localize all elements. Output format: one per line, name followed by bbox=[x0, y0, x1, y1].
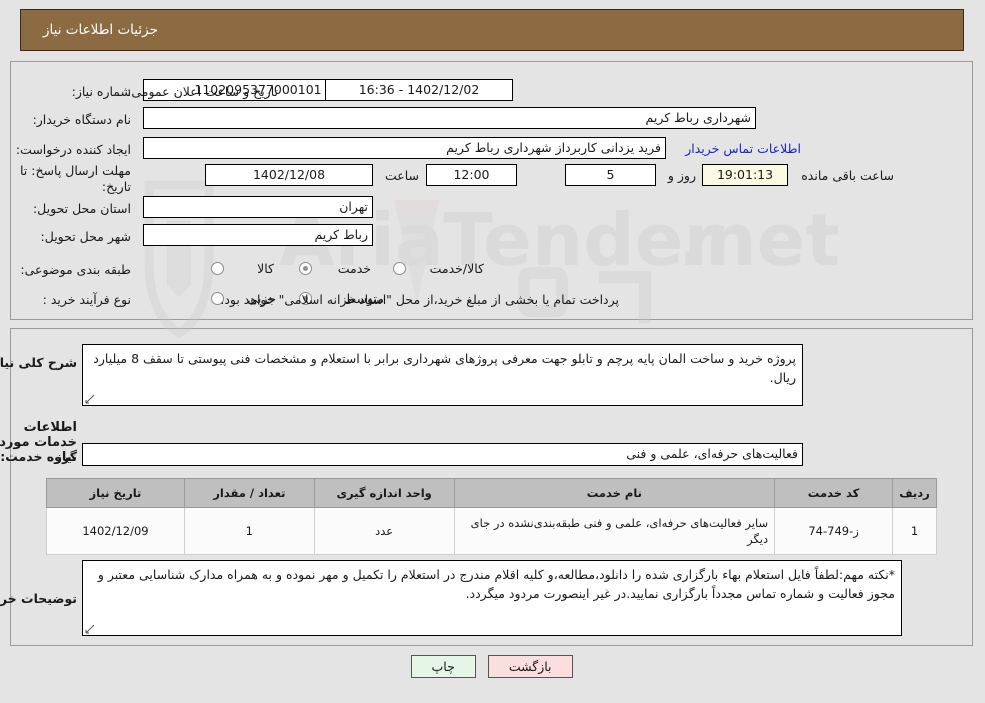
remaining-days-label: روز و bbox=[668, 168, 697, 183]
cell-date: 1402/12/09 bbox=[47, 507, 186, 555]
services-table: ردیف کد خدمت نام خدمت واحد اندازه گیری ت… bbox=[47, 478, 938, 555]
province-label: استان محل تحویل: bbox=[33, 201, 132, 216]
deadline-label: مهلت ارسال پاسخ: تا تاریخ: bbox=[21, 163, 132, 194]
radio-category-khedmat-label: خدمت bbox=[338, 261, 372, 276]
announce-date-value: 1402/12/02 - 16:36 bbox=[326, 79, 514, 101]
radio-category-kala-khedmat[interactable] bbox=[394, 262, 407, 275]
city-label: شهر محل تحویل: bbox=[41, 229, 132, 244]
remaining-days-value: 5 bbox=[566, 164, 657, 186]
service-group-label: گروه خدمت: bbox=[1, 449, 78, 464]
resize-grip-icon-notes[interactable] bbox=[86, 624, 96, 634]
province-value: تهران bbox=[144, 196, 374, 218]
announce-date-label: تاریخ و ساعت اعلان عمومی: bbox=[128, 84, 279, 99]
city-value: رباط کریم bbox=[144, 224, 374, 246]
th-code: کد خدمت bbox=[775, 478, 895, 508]
buyer-notes-textarea[interactable]: *نکته مهم:لطفاً فایل استعلام بهاء بارگزا… bbox=[83, 560, 903, 636]
service-group-value: فعالیت‌های حرفه‌ای، علمی و فنی bbox=[83, 443, 804, 466]
th-qty: تعداد / مقدار bbox=[184, 478, 316, 508]
deadline-date-value: 1402/12/08 bbox=[206, 164, 374, 186]
cell-name: سایر فعالیت‌های حرفه‌ای، علمی و فنی طبقه… bbox=[454, 507, 777, 555]
remaining-hours-label: ساعت باقی مانده bbox=[802, 168, 895, 183]
treasury-note: پرداخت تمام یا بخشی از مبلغ خرید،از محل … bbox=[221, 292, 620, 307]
window-title: جزئیات اطلاعات نیاز bbox=[44, 22, 159, 38]
buyer-org-label: نام دستگاه خریدار: bbox=[33, 112, 132, 127]
radio-category-kala-label: کالا bbox=[258, 261, 275, 276]
buyer-notes-text: *نکته مهم:لطفاً فایل استعلام بهاء بارگزا… bbox=[98, 567, 896, 601]
print-button[interactable]: چاپ bbox=[411, 655, 477, 678]
requester-label: ایجاد کننده درخواست: bbox=[16, 142, 132, 157]
description-text: پروژه خرید و ساخت المان پایه پرچم و تابل… bbox=[94, 351, 797, 385]
table-header-row: ردیف کد خدمت نام خدمت واحد اندازه گیری ت… bbox=[47, 478, 938, 508]
radio-category-khedmat[interactable] bbox=[300, 262, 313, 275]
th-date: تاریخ نیاز bbox=[47, 478, 186, 508]
countdown-timer: 19:01:13 bbox=[703, 164, 789, 186]
table-row: 1 ز-749-74 سایر فعالیت‌های حرفه‌ای، علمی… bbox=[47, 507, 938, 555]
buyer-org-value: شهرداری رباط کریم bbox=[144, 107, 757, 129]
process-label: نوع فرآیند خرید : bbox=[43, 292, 132, 307]
resize-grip-icon[interactable] bbox=[86, 394, 96, 404]
th-unit: واحد اندازه گیری bbox=[314, 478, 456, 508]
back-button[interactable]: بازگشت bbox=[488, 655, 574, 678]
window-titlebar: جزئیات اطلاعات نیاز bbox=[21, 9, 965, 51]
cell-code: ز-749-74 bbox=[775, 507, 895, 555]
buyer-contact-link[interactable]: اطلاعات تماس خریدار bbox=[686, 141, 802, 156]
deadline-hour-value: 12:00 bbox=[427, 164, 518, 186]
requester-value: فرید یزدانی کاربرداز شهرداری رباط کریم bbox=[144, 137, 667, 159]
action-button-bar: بازگشت چاپ bbox=[0, 655, 985, 678]
radio-category-kala[interactable] bbox=[212, 262, 225, 275]
need-number-label: شماره نیاز: bbox=[72, 84, 132, 99]
radio-category-kala-khedmat-label: کالا/خدمت bbox=[430, 261, 485, 276]
page-root: AriaTender .net جزئیات اطلاعات نیاز شمار… bbox=[0, 0, 985, 703]
cell-qty: 1 bbox=[184, 507, 316, 555]
th-name: نام خدمت bbox=[454, 478, 777, 508]
deadline-hour-label: ساعت bbox=[385, 168, 420, 183]
description-textarea[interactable]: پروژه خرید و ساخت المان پایه پرچم و تابل… bbox=[83, 344, 804, 406]
th-row: ردیف bbox=[893, 478, 938, 508]
cell-row: 1 bbox=[893, 507, 938, 555]
buyer-notes-label: توضیحات خریدار: bbox=[0, 591, 78, 606]
description-label: شرح کلی نیاز: bbox=[0, 355, 78, 370]
cell-unit: عدد bbox=[314, 507, 456, 555]
category-label: طبقه بندی موضوعی: bbox=[21, 262, 132, 277]
